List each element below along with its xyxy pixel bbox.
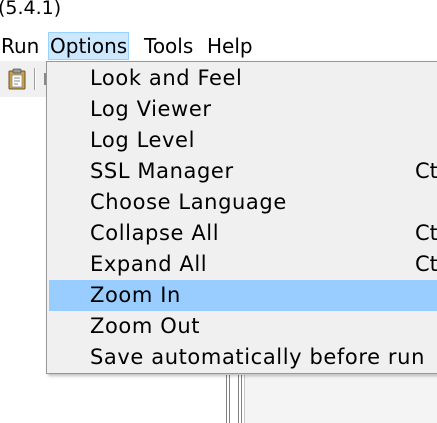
menu-item-ssl-manager[interactable]: SSL Manager Ct xyxy=(49,156,437,187)
menu-item-label: SSL Manager xyxy=(90,159,234,183)
menu-item-shortcut: Ct xyxy=(415,221,437,245)
menu-item-label: Log Viewer xyxy=(90,97,212,121)
menu-item-shortcut: Ct xyxy=(415,159,437,183)
app-window: (5.4.1) Run Options Tools Help Look and … xyxy=(0,0,437,423)
menu-item-log-level[interactable]: Log Level xyxy=(49,125,437,156)
menu-item-choose-language[interactable]: Choose Language xyxy=(49,187,437,218)
menu-tools[interactable]: Tools xyxy=(143,32,194,60)
toolbar-separator xyxy=(34,68,36,90)
menu-item-zoom-out[interactable]: Zoom Out xyxy=(49,311,437,342)
menu-item-zoom-in[interactable]: Zoom In xyxy=(49,280,437,311)
splitter-line xyxy=(241,375,242,423)
splitter-line xyxy=(229,375,230,423)
clipboard-icon[interactable] xyxy=(7,68,27,90)
menu-bar: Run Options Tools Help xyxy=(0,31,437,61)
splitter-line xyxy=(226,375,227,423)
menu-item-save-automatically[interactable]: Save automatically before run xyxy=(49,342,437,373)
menu-item-expand-all[interactable]: Expand All Ct xyxy=(49,249,437,280)
menu-item-label: Zoom Out xyxy=(90,314,201,338)
menu-item-log-viewer[interactable]: Log Viewer xyxy=(49,94,437,125)
options-dropdown-menu: Look and Feel Log Viewer Log Level SSL M… xyxy=(46,61,437,374)
menu-item-label: Choose Language xyxy=(90,190,287,214)
menu-item-label: Log Level xyxy=(90,128,196,152)
menu-item-label: Save automatically before run xyxy=(90,345,425,369)
menu-options[interactable]: Options xyxy=(48,32,130,60)
menu-item-label: Zoom In xyxy=(90,283,181,307)
menu-item-shortcut: Ct xyxy=(415,252,437,276)
menu-item-label: Collapse All xyxy=(90,221,220,245)
right-panel xyxy=(244,375,437,423)
menu-run[interactable]: Run xyxy=(0,32,40,60)
splitter-line xyxy=(238,375,239,423)
window-title: (5.4.1) xyxy=(0,0,62,19)
menu-item-collapse-all[interactable]: Collapse All Ct xyxy=(49,218,437,249)
menu-item-label: Expand All xyxy=(90,252,208,276)
menu-item-look-and-feel[interactable]: Look and Feel xyxy=(49,63,437,94)
menu-help[interactable]: Help xyxy=(206,32,254,60)
menu-item-label: Look and Feel xyxy=(90,66,243,90)
